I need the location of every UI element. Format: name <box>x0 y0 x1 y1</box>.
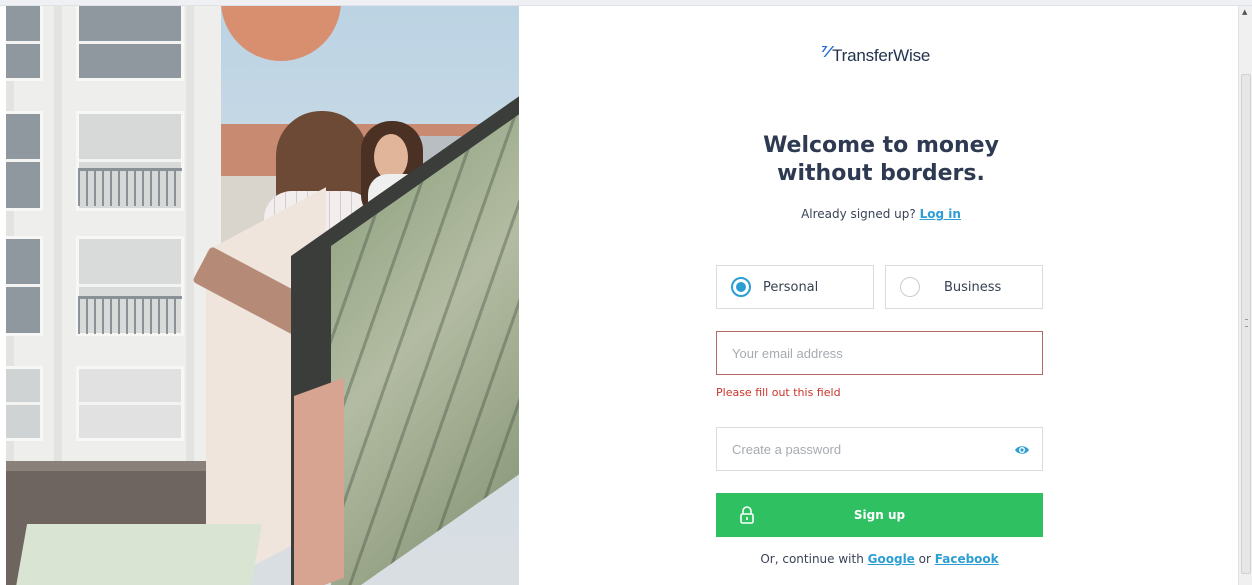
login-link[interactable]: Log in <box>920 207 961 221</box>
hero-photo <box>6 6 519 585</box>
scrollbar-thumb[interactable] <box>1241 74 1251 574</box>
signup-label: Sign up <box>853 508 906 522</box>
email-error-message: Please fill out this field <box>716 386 841 399</box>
photo-window <box>6 366 43 441</box>
social-separator: or <box>914 552 935 566</box>
scroll-up-arrow-icon[interactable]: ▲ <box>1242 8 1247 16</box>
signup-button[interactable]: Sign up <box>716 493 1043 537</box>
account-type-business[interactable]: Business <box>885 265 1043 309</box>
page-title: Welcome to money without borders. <box>731 132 1031 188</box>
facebook-link[interactable]: Facebook <box>935 552 999 566</box>
social-login: Or, continue with Google or Facebook <box>716 552 1043 566</box>
photo-building-column <box>186 6 194 466</box>
transferwise-logo[interactable]: ⁷⁄ TransferWise <box>821 43 931 66</box>
personal-radio[interactable] <box>731 277 751 297</box>
photo-railing <box>78 168 182 206</box>
email-input[interactable] <box>717 332 1042 374</box>
account-type-personal[interactable]: Personal <box>716 265 874 309</box>
eye-icon[interactable] <box>1014 442 1030 458</box>
photo-building-column <box>54 6 62 466</box>
transferwise-flag-icon: ⁷⁄ <box>821 43 831 61</box>
scrollbar-grip-icon <box>1245 319 1248 327</box>
email-field-container <box>716 331 1043 375</box>
google-link[interactable]: Google <box>868 552 915 566</box>
photo-building <box>6 6 221 466</box>
page: ⁷⁄ TransferWise Welcome to money without… <box>0 0 1252 585</box>
decorative-green-shape <box>12 524 263 585</box>
headline-line-2: without borders. <box>777 161 985 186</box>
photo-window <box>6 236 43 336</box>
logo-text: TransferWise <box>832 46 931 65</box>
password-input[interactable] <box>717 428 1042 470</box>
business-label: Business <box>944 279 1002 295</box>
photo-railing <box>78 296 182 334</box>
password-field-container <box>716 427 1043 471</box>
photo-window <box>6 6 43 81</box>
headline-line-1: Welcome to money <box>763 133 999 158</box>
photo-orange-shape <box>221 6 341 61</box>
lock-icon <box>740 506 754 524</box>
login-prompt: Already signed up? Log in <box>731 207 1031 221</box>
social-prefix: Or, continue with <box>760 552 868 566</box>
photo-post <box>294 377 344 585</box>
personal-label: Personal <box>763 279 819 295</box>
radio-selected-dot <box>736 282 746 292</box>
login-prompt-text: Already signed up? <box>801 207 920 221</box>
photo-window <box>6 111 43 211</box>
business-radio[interactable] <box>900 277 920 297</box>
page-scrollbar[interactable]: ▲ <box>1238 6 1252 585</box>
photo-window <box>76 366 184 441</box>
photo-window <box>76 6 184 81</box>
